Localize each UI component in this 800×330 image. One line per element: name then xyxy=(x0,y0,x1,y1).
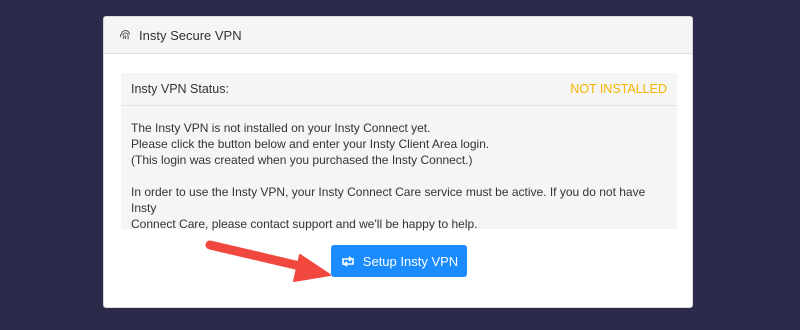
message-line: Please click the button below and enter … xyxy=(131,137,490,151)
status-panel: Insty VPN Status: NOT INSTALLED The Inst… xyxy=(121,73,677,232)
vpn-card: Insty Secure VPN Insty VPN Status: NOT I… xyxy=(103,16,693,308)
status-value: NOT INSTALLED xyxy=(570,82,667,96)
message-line: The Insty VPN is not installed on your I… xyxy=(131,121,431,135)
status-label: Insty VPN Status: xyxy=(131,82,229,96)
care-notice-line: Connect Care, please contact support and… xyxy=(131,217,478,231)
retweet-icon xyxy=(340,255,356,268)
fingerprint-icon xyxy=(119,29,132,42)
status-row: Insty VPN Status: NOT INSTALLED xyxy=(121,73,677,106)
message-line: (This login was created when you purchas… xyxy=(131,153,473,167)
card-title: Insty Secure VPN xyxy=(139,27,242,43)
status-message: The Insty VPN is not installed on your I… xyxy=(121,106,677,232)
setup-vpn-button[interactable]: Setup Insty VPN xyxy=(331,245,467,277)
annotation-arrow-icon xyxy=(205,240,331,282)
setup-vpn-button-label: Setup Insty VPN xyxy=(362,253,459,269)
card-header: Insty Secure VPN xyxy=(104,17,692,54)
care-notice-line: In order to use the Insty VPN, your Inst… xyxy=(131,185,646,215)
